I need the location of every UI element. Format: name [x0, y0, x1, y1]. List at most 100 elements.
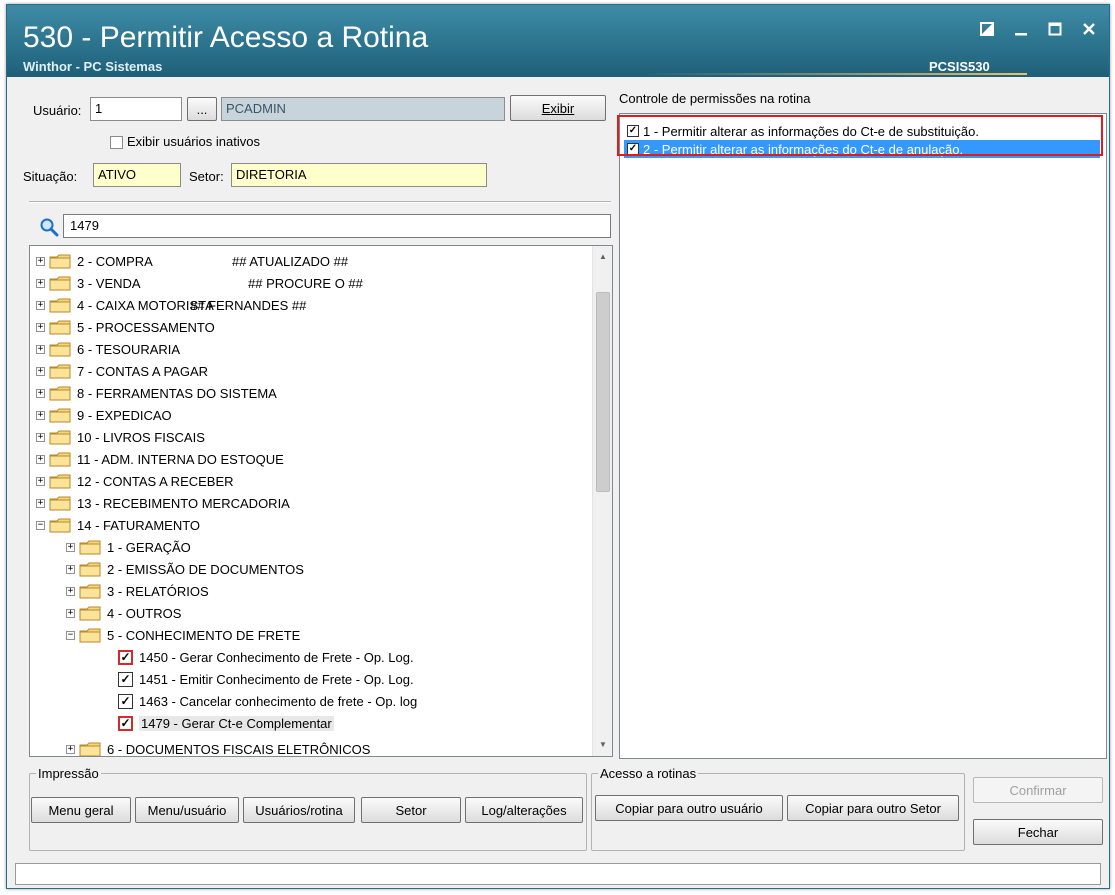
tree-subitem[interactable]: +6 - DOCUMENTOS FISCAIS ELETRÔNICOS	[66, 738, 370, 756]
routine-search-input[interactable]: 1479	[63, 214, 611, 238]
expand-icon[interactable]: +	[36, 344, 45, 354]
tree-item[interactable]: +8 - FERRAMENTAS DO SISTEMA	[36, 382, 277, 404]
window-title: 530 - Permitir Acesso a Rotina	[23, 21, 429, 54]
app-window: 530 - Permitir Acesso a Rotina Winthor -…	[6, 4, 1110, 889]
highlight-box	[617, 115, 1103, 156]
menu-usuario-button[interactable]: Menu/usuário	[135, 797, 239, 823]
routine-tree: +2 - COMPRA ## ATUALIZADO ## +3 - VENDA ## …	[29, 245, 613, 757]
folder-icon	[79, 540, 101, 554]
expand-icon[interactable]: +	[36, 498, 45, 508]
tree-item[interactable]: +7 - CONTAS A PAGAR	[36, 360, 208, 382]
tree-item-label: 11 - ADM. INTERNA DO ESTOQUE	[77, 451, 284, 467]
expand-icon[interactable]: +	[36, 300, 45, 310]
folder-icon	[79, 584, 101, 598]
inactive-users-checkbox[interactable]	[110, 136, 123, 149]
tree-item-label: 7 - CONTAS A PAGAR	[77, 363, 208, 379]
tree-item-label: 1 - GERAÇÃO	[107, 539, 191, 555]
routine-item[interactable]: ✓ 1451 - Emitir Conhecimento de Frete - O…	[118, 668, 414, 690]
expand-icon[interactable]: +	[66, 608, 75, 618]
folder-icon	[49, 276, 71, 290]
tree-item[interactable]: +12 - CONTAS A RECEBER	[36, 470, 234, 492]
permissions-list: ✓ 1 - Permitir alterar as informações do…	[619, 113, 1107, 759]
routine-checkbox[interactable]: ✓	[118, 671, 133, 687]
tree-item[interactable]: +11 - ADM. INTERNA DO ESTOQUE	[36, 448, 284, 470]
expand-icon[interactable]: +	[66, 586, 75, 596]
setor-button[interactable]: Setor	[361, 797, 461, 823]
tree-item[interactable]: +10 - LIVROS FISCAIS	[36, 426, 205, 448]
close-icon[interactable]	[1079, 19, 1099, 39]
folder-icon	[79, 742, 101, 756]
usuarios-rotina-button[interactable]: Usuários/rotina	[243, 797, 355, 823]
routine-checkbox[interactable]: ✓	[118, 715, 133, 731]
tree-item-label: 12 - CONTAS A RECEBER	[77, 473, 234, 489]
routine-label: 1450 - Gerar Conhecimento de Frete - Op.…	[139, 649, 414, 665]
tree-item[interactable]: +2 - COMPRA ## ATUALIZADO ##	[36, 250, 348, 272]
expand-icon[interactable]: +	[36, 256, 45, 266]
expand-icon[interactable]: +	[36, 432, 45, 442]
expand-icon[interactable]: +	[36, 388, 45, 398]
exibir-label: Exibir	[541, 100, 575, 116]
folder-icon	[79, 628, 101, 642]
tree-item-label: 3 - VENDA	[77, 275, 141, 291]
tree-item[interactable]: +9 - EXPEDICAO	[36, 404, 172, 426]
browse-user-button[interactable]: ...	[187, 97, 217, 121]
tree-item[interactable]: +4 - CAIXA MOTORISTA ## FERNANDES ##	[36, 294, 306, 316]
scroll-up-icon[interactable]: ▲	[597, 252, 609, 264]
title-bar: 530 - Permitir Acesso a Rotina Winthor -…	[7, 5, 1109, 77]
tree-scrollbar[interactable]: ▲ ▼	[592, 246, 612, 756]
routine-label: 1451 - Emitir Conhecimento de Frete - Op…	[139, 671, 414, 687]
expand-icon[interactable]: +	[36, 278, 45, 288]
collapse-icon[interactable]: −	[66, 630, 75, 640]
expand-icon[interactable]: +	[36, 410, 45, 420]
restore-icon[interactable]	[977, 19, 997, 39]
tree-item[interactable]: +13 - RECEBIMENTO MERCADORIA	[36, 492, 290, 514]
folder-icon	[49, 254, 71, 268]
tree-item[interactable]: +3 - VENDA ## PROCURE O ##	[36, 272, 363, 294]
minimize-icon[interactable]	[1011, 19, 1031, 39]
expand-icon[interactable]: +	[36, 476, 45, 486]
tree-item[interactable]: +5 - PROCESSAMENTO	[36, 316, 215, 338]
collapse-icon[interactable]: −	[36, 520, 45, 530]
routine-item[interactable]: ✓ 1463 - Cancelar conhecimento de frete -…	[118, 690, 417, 712]
expand-icon[interactable]: +	[36, 454, 45, 464]
routine-label: 1479 - Gerar Ct-e Complementar	[139, 715, 334, 731]
routine-checkbox[interactable]: ✓	[118, 649, 133, 665]
user-code-input[interactable]: 1	[90, 97, 182, 121]
tree-item[interactable]: − 14 - FATURAMENTO	[36, 514, 200, 536]
tree-item-label: 13 - RECEBIMENTO MERCADORIA	[77, 495, 290, 511]
expand-icon[interactable]: +	[36, 366, 45, 376]
expand-icon[interactable]: +	[66, 542, 75, 552]
folder-icon	[79, 562, 101, 576]
setor-field: DIRETORIA	[231, 163, 487, 187]
tree-item-label: 2 - COMPRA	[77, 253, 153, 269]
routine-item[interactable]: ✓ 1479 - Gerar Ct-e Complementar	[118, 712, 334, 734]
window-controls	[977, 19, 1099, 39]
folder-icon	[49, 518, 71, 532]
search-icon	[40, 218, 59, 237]
expand-icon[interactable]: +	[36, 322, 45, 332]
copy-to-sector-button[interactable]: Copiar para outro Setor	[787, 795, 959, 821]
maximize-icon[interactable]	[1045, 19, 1065, 39]
permissions-title: Controle de permissões na rotina	[619, 91, 811, 106]
scroll-down-icon[interactable]: ▼	[597, 740, 609, 752]
exibir-button[interactable]: Exibir	[510, 95, 606, 121]
tree-item[interactable]: +6 - TESOURARIA	[36, 338, 180, 360]
scroll-thumb[interactable]	[596, 292, 610, 492]
tree-item-label: 4 - OUTROS	[107, 605, 182, 621]
expand-icon[interactable]: +	[66, 744, 75, 754]
tree-subitem[interactable]: +2 - EMISSÃO DE DOCUMENTOS	[66, 558, 304, 580]
routine-checkbox[interactable]: ✓	[118, 693, 133, 709]
close-button[interactable]: Fechar	[973, 819, 1103, 845]
copy-to-user-button[interactable]: Copiar para outro usuário	[595, 795, 783, 821]
tree-subitem[interactable]: +3 - RELATÓRIOS	[66, 580, 209, 602]
expand-icon[interactable]: +	[66, 564, 75, 574]
tree-item-label: 14 - FATURAMENTO	[77, 517, 201, 533]
tree-subitem[interactable]: +1 - GERAÇÃO	[66, 536, 191, 558]
routine-item[interactable]: ✓ 1450 - Gerar Conhecimento de Frete - Op…	[118, 646, 414, 668]
log-alteracoes-button[interactable]: Log/alterações	[465, 797, 583, 823]
confirm-button[interactable]: Confirmar	[973, 777, 1103, 803]
routine-label: 1463 - Cancelar conhecimento de frete - …	[139, 693, 418, 709]
tree-subitem[interactable]: − 5 - CONHECIMENTO DE FRETE	[66, 624, 300, 646]
tree-subitem[interactable]: +4 - OUTROS	[66, 602, 181, 624]
menu-geral-button[interactable]: Menu geral	[31, 797, 131, 823]
